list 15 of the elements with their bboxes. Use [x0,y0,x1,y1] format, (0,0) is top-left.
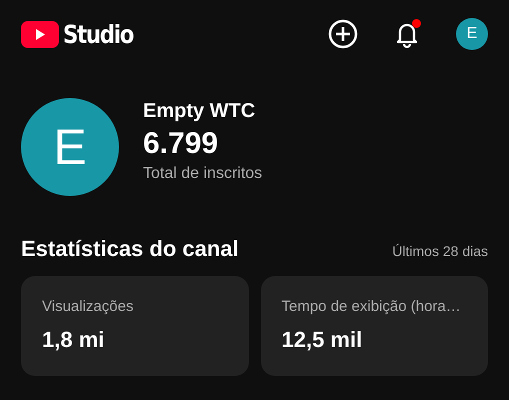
channel-name: Empty WTC [143,100,256,122]
section-title: Estatísticas do canal [21,236,239,262]
stat-card[interactable]: Tempo de exibição (hora… 12,5 mil [260,276,488,376]
stat-value: 12,5 mil [282,327,364,353]
stat-card[interactable]: Visualizações 1,8 mi [21,276,248,376]
logo-text: Studio [63,20,134,48]
stat-label: Tempo de exibição (hora… [282,298,462,315]
subscriber-label: Total de inscritos [143,164,262,182]
stat-label: Visualizações [42,298,134,315]
stat-value: 1,8 mi [42,327,106,353]
channel-avatar: E [21,98,119,196]
subscriber-count: 6.799 [143,126,220,160]
add-icon[interactable] [328,19,358,49]
play-logo-icon [21,20,59,48]
period-label: Últimos 28 dias [392,243,488,259]
